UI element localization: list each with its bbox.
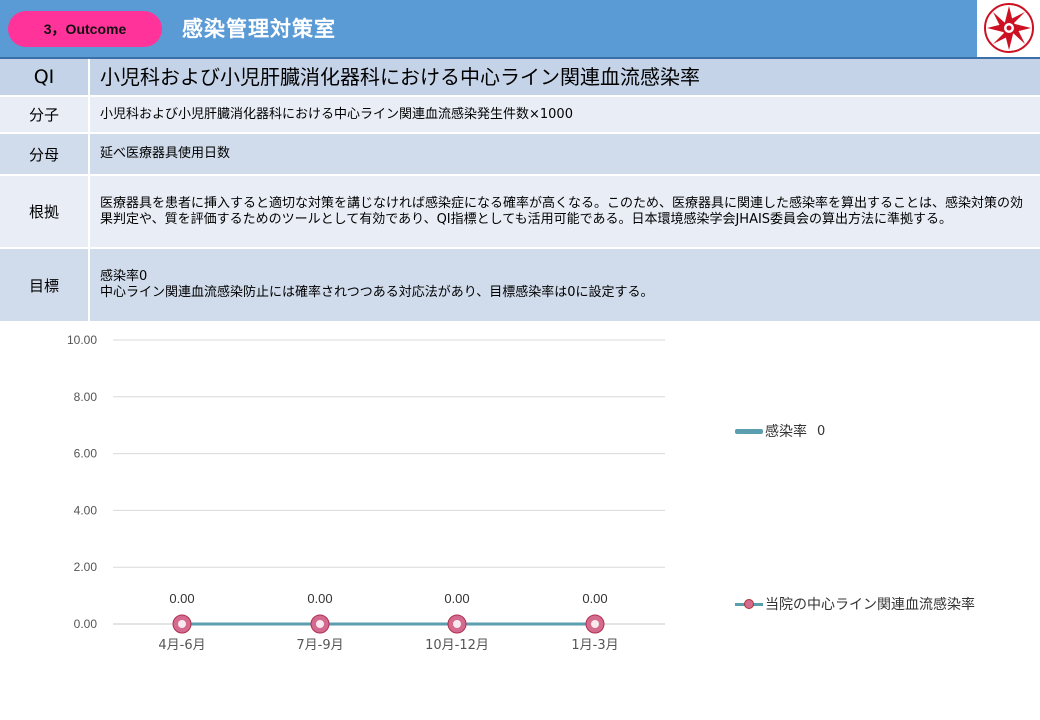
target-line-2: 中心ライン関連血流感染防止には確率されつつある対応法があり、目標感染率は0に設定… bbox=[100, 285, 654, 300]
y-tick-label: 10.00 bbox=[67, 333, 97, 347]
data-point-marker-center bbox=[316, 620, 324, 628]
line-chart: 0.00 2.00 4.00 6.00 8.00 10.00 4月-6月 7月-9月 10月-1… bbox=[67, 333, 665, 653]
y-tick-label: 4.00 bbox=[74, 503, 98, 517]
legend-swatch-line bbox=[735, 428, 763, 434]
y-tick-label: 2.00 bbox=[74, 560, 98, 574]
numerator-row: 分子 小児科および小児肝臓消化器科における中心ライン関連血流感染発生件数×100… bbox=[0, 97, 1040, 134]
qi-row: QI 小児科および小児肝臓消化器科における中心ライン関連血流感染率 bbox=[0, 59, 1040, 97]
denominator-row: 分母 延べ医療器具使用日数 bbox=[0, 134, 1040, 176]
x-tick-label: 1月-3月 bbox=[571, 638, 618, 653]
data-label: 0.00 bbox=[169, 591, 194, 606]
y-tick-label: 6.00 bbox=[74, 447, 98, 461]
legend-swatch-marker bbox=[735, 598, 763, 610]
numerator-value: 小児科および小児肝臓消化器科における中心ライン関連血流感染発生件数×1000 bbox=[100, 106, 573, 122]
denominator-value: 延べ医療器具使用日数 bbox=[100, 146, 231, 161]
y-tick-label: 8.00 bbox=[74, 390, 98, 404]
y-tick-label: 0.00 bbox=[74, 617, 98, 631]
rationale-label: 根拠 bbox=[0, 176, 90, 247]
target-line-1: 感染率0 bbox=[100, 269, 148, 284]
legend-label-hospital-rate: 当院の中心ライン関連血流感染率 bbox=[765, 597, 975, 613]
data-point-marker-center bbox=[178, 620, 186, 628]
qi-value: 小児科および小児肝臓消化器科における中心ライン関連血流感染率 bbox=[100, 65, 700, 89]
legend-label-infection-rate: 感染率 bbox=[765, 424, 807, 440]
legend-value-infection-rate: 0 bbox=[817, 423, 826, 439]
qi-label: QI bbox=[0, 59, 90, 95]
target-label: 目標 bbox=[0, 249, 90, 321]
x-tick-label: 7月-9月 bbox=[296, 638, 343, 653]
denominator-label: 分母 bbox=[0, 134, 90, 174]
data-point-marker-center bbox=[591, 620, 599, 628]
section-badge: 3，Outcome bbox=[8, 11, 162, 47]
x-tick-label: 4月-6月 bbox=[158, 638, 205, 653]
data-point-marker-center bbox=[453, 620, 461, 628]
data-label: 0.00 bbox=[444, 591, 469, 606]
qi-info-table: QI 小児科および小児肝臓消化器科における中心ライン関連血流感染率 分子 小児科… bbox=[0, 59, 1040, 323]
numerator-label: 分子 bbox=[0, 97, 90, 132]
hospital-emblem-icon bbox=[979, 0, 1040, 57]
department-title: 感染管理対策室 bbox=[182, 17, 336, 41]
legend-item-hospital-rate: 当院の中心ライン関連血流感染率 bbox=[735, 594, 975, 614]
x-tick-label: 10月-12月 bbox=[425, 638, 489, 653]
rationale-value: 医療器具を患者に挿入すると適切な対策を講じなければ感染症になる確率が高くなる。こ… bbox=[100, 195, 1024, 227]
legend-item-infection-rate: 感染率 0 bbox=[735, 421, 825, 441]
target-value: 感染率0 中心ライン関連血流感染防止には確率されつつある対応法があり、目標感染率… bbox=[90, 249, 1040, 321]
target-row: 目標 感染率0 中心ライン関連血流感染防止には確率されつつある対応法があり、目標… bbox=[0, 249, 1040, 323]
data-label: 0.00 bbox=[307, 591, 332, 606]
data-label: 0.00 bbox=[582, 591, 607, 606]
rationale-row: 根拠 医療器具を患者に挿入すると適切な対策を講じなければ感染症になる確率が高くな… bbox=[0, 176, 1040, 249]
